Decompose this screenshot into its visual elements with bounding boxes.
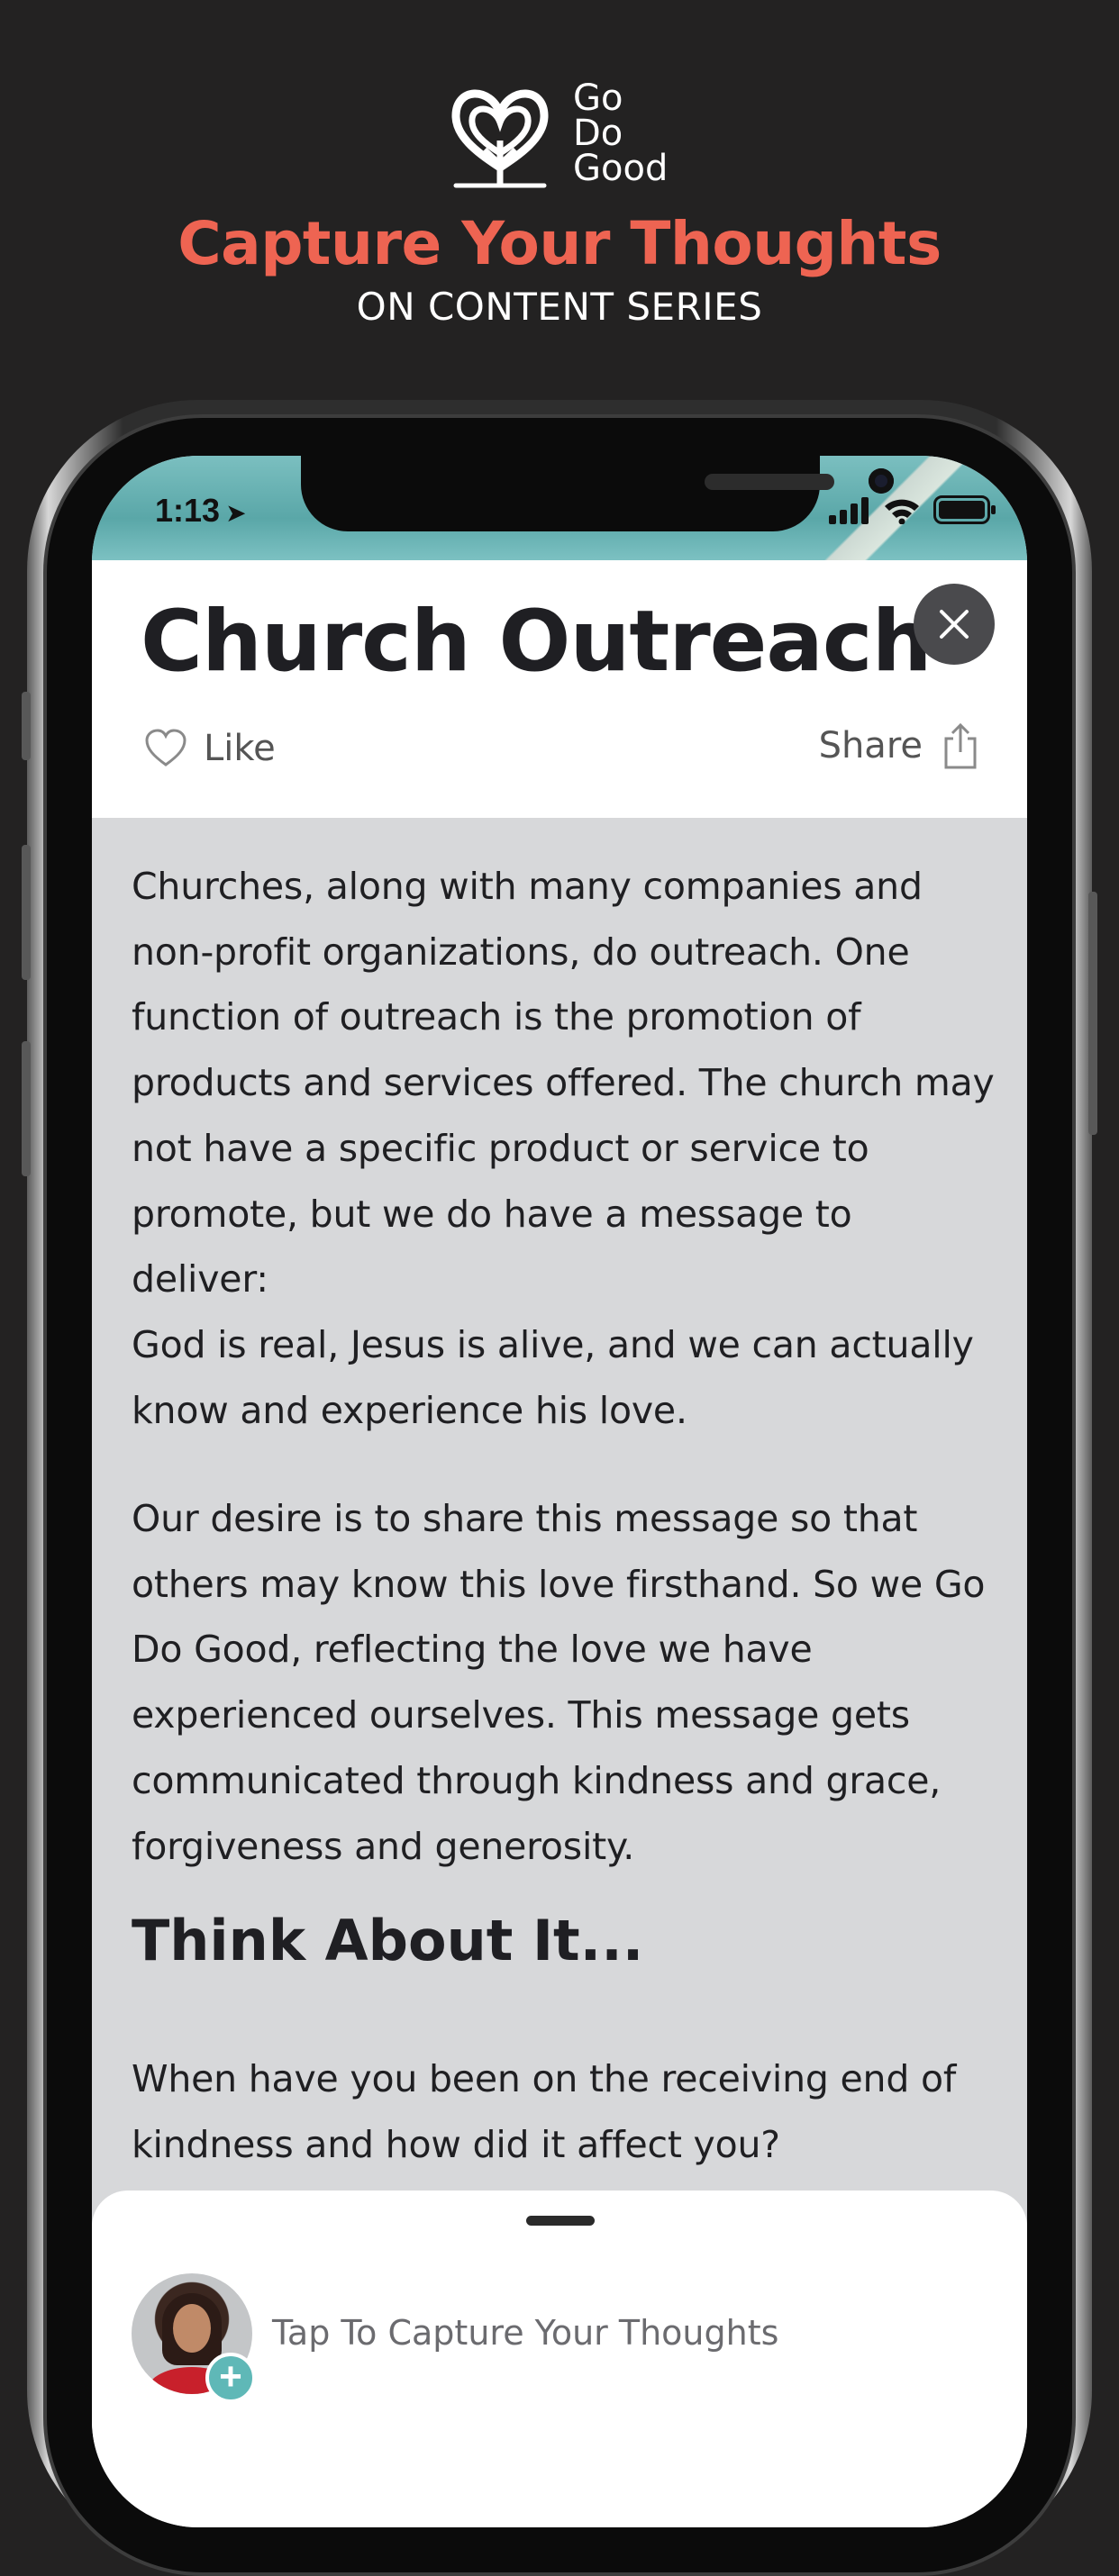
earpiece-speaker xyxy=(705,474,834,490)
brand-name: Go Do Good xyxy=(573,77,669,189)
section-heading: Think About It... xyxy=(132,1908,644,1973)
text-line: experienced ourselves. This message gets xyxy=(132,1693,910,1737)
sheet-drag-handle[interactable] xyxy=(526,2216,595,2226)
article-title: Church Outreach xyxy=(141,593,932,691)
text-line: communicated through kindness and grace, xyxy=(132,1758,942,1802)
share-icon xyxy=(944,722,977,769)
phone-notch xyxy=(301,456,894,531)
close-button[interactable] xyxy=(914,584,995,665)
promo-headline: Capture Your Thoughts xyxy=(177,209,942,278)
capture-thoughts-sheet[interactable]: + Tap To Capture Your Thoughts xyxy=(92,2191,1027,2527)
text-line: others may know this love firsthand. So … xyxy=(132,1562,986,1606)
text-line: promote, but we do have a message to del… xyxy=(132,1192,852,1302)
volume-up-button xyxy=(22,845,31,980)
text-line: products and services offered. The churc… xyxy=(132,1061,995,1105)
power-button xyxy=(1088,892,1097,1135)
article-paragraph: Our desire is to share this message so t… xyxy=(132,1486,996,1879)
text-line: When have you been on the receiving end … xyxy=(132,2057,957,2100)
location-arrow-icon: ➤ xyxy=(225,499,247,527)
text-line: forgiveness and generosity. xyxy=(132,1824,635,1868)
status-icons xyxy=(829,495,996,524)
text-line: Do Good, reflecting the love we have xyxy=(132,1628,813,1672)
text-line: function of outreach is the promotion of xyxy=(132,995,861,1039)
text-line: God is real, Jesus is alive, and we can … xyxy=(132,1322,974,1366)
text-line: Churches, along with many companies and xyxy=(132,865,923,908)
share-button[interactable]: Share xyxy=(819,722,978,769)
capture-thoughts-prompt[interactable]: Tap To Capture Your Thoughts xyxy=(272,2313,778,2353)
time-text: 1:13 xyxy=(155,492,221,529)
status-time: 1:13 ➤ xyxy=(155,492,247,530)
like-button[interactable]: Like xyxy=(144,728,276,769)
heart-tree-icon xyxy=(451,89,549,188)
share-label: Share xyxy=(818,725,923,766)
article-header: Church Outreach Like Share xyxy=(92,560,1027,818)
text-line: Our desire is to share this message so t… xyxy=(132,1497,918,1540)
brand-word: Good xyxy=(573,148,669,189)
phone-screen: 1:13 ➤ Church Outreach Like Share Church… xyxy=(92,456,1027,2527)
signal-icon xyxy=(829,497,869,524)
heart-icon xyxy=(145,729,186,766)
text-line: know and experience his love. xyxy=(132,1388,687,1432)
text-line: not have a specific product or service t… xyxy=(132,1126,869,1170)
close-icon xyxy=(940,610,969,639)
article-paragraph: When have you been on the receiving end … xyxy=(132,2046,996,2177)
wifi-icon xyxy=(885,499,919,524)
mute-switch xyxy=(22,692,31,760)
brand-logo: Go Do Good xyxy=(450,77,685,195)
avatar-face xyxy=(173,2304,211,2353)
brand-word: Go xyxy=(573,77,623,119)
promo-subhead: ON CONTENT SERIES xyxy=(356,285,763,329)
text-line: kindness and how did it affect you? xyxy=(132,2122,780,2166)
front-camera xyxy=(869,468,894,494)
like-label: Like xyxy=(204,728,276,769)
article-paragraph: Churches, along with many companies and … xyxy=(132,854,996,1443)
brand-word: Do xyxy=(573,113,623,154)
add-thought-icon[interactable]: + xyxy=(205,2353,256,2403)
text-line: non-profit organizations, do outreach. O… xyxy=(132,930,910,974)
volume-down-button xyxy=(22,1041,31,1176)
battery-icon xyxy=(933,495,996,524)
